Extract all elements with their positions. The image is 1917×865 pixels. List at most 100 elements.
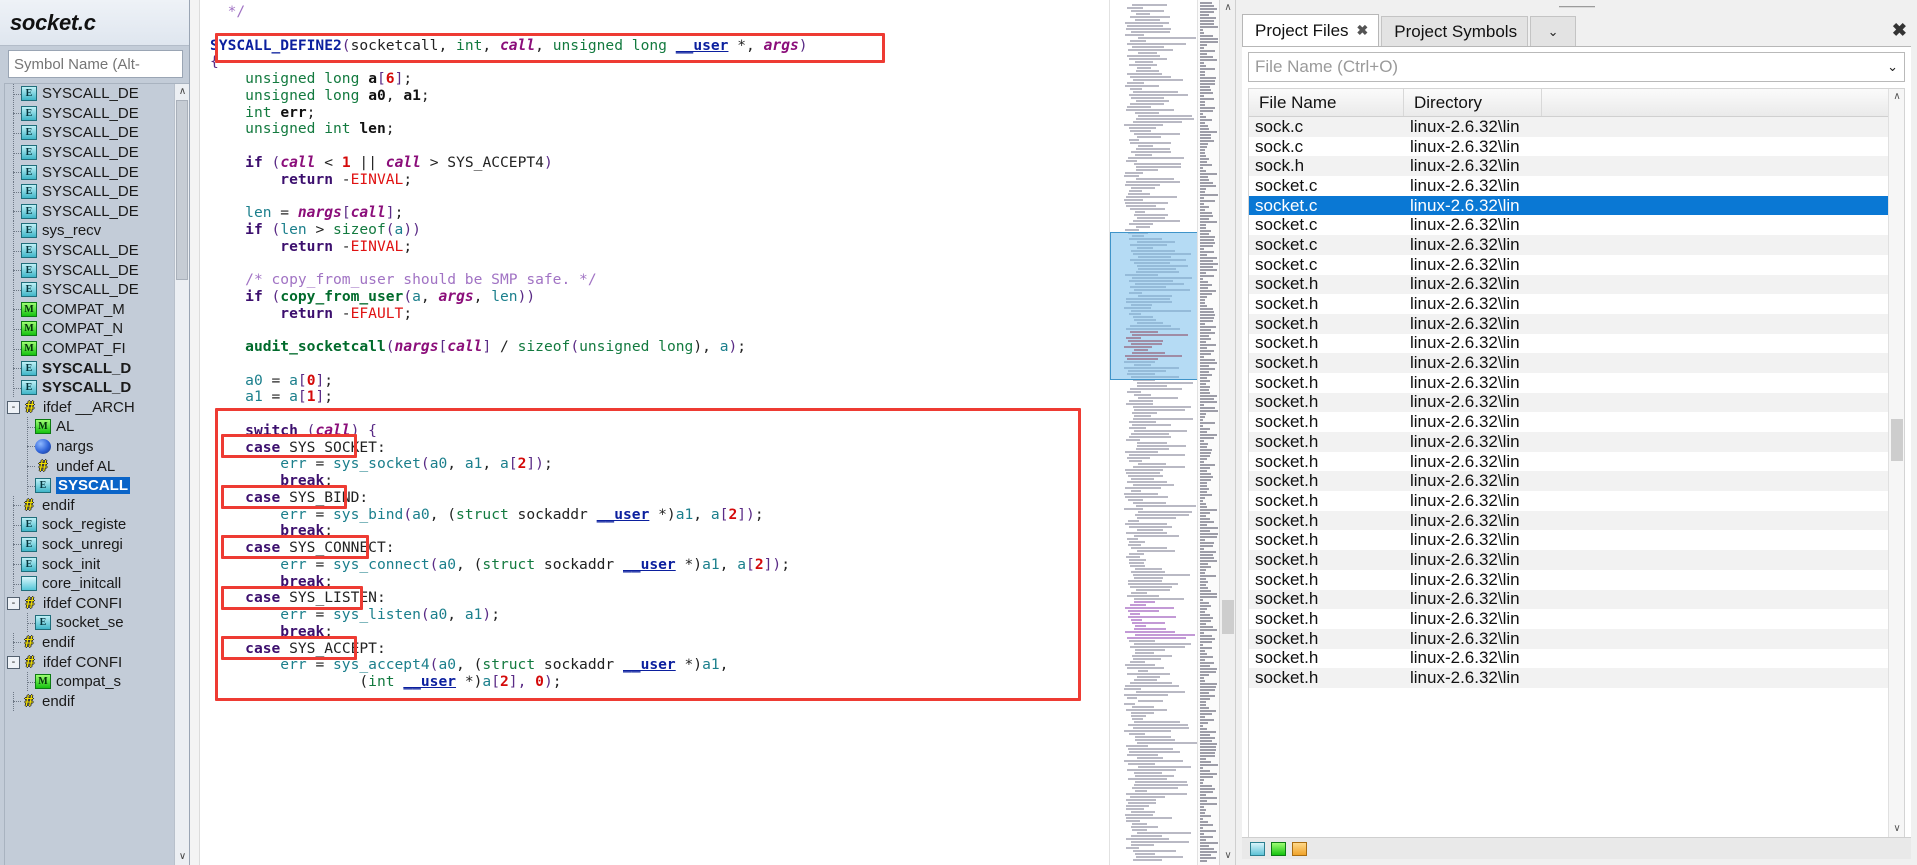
minimap-viewport[interactable]	[1110, 232, 1197, 380]
overview-mark	[1200, 551, 1217, 553]
symbol-tree-item[interactable]: Mcompat_s	[5, 672, 189, 692]
code-overview-strip[interactable]	[1197, 0, 1219, 865]
table-row[interactable]: socket.h linux-2.6.32\lin	[1249, 648, 1904, 669]
column-header-extra[interactable]	[1542, 89, 1904, 116]
tab-project-symbols[interactable]: Project Symbols	[1381, 16, 1529, 46]
code-minimap[interactable]	[1109, 0, 1197, 865]
editor-scroll-thumb[interactable]	[1222, 600, 1234, 634]
table-row[interactable]: socket.h linux-2.6.32\lin	[1249, 491, 1904, 511]
table-row[interactable]: socket.c linux-2.6.32\lin	[1249, 176, 1904, 196]
table-row[interactable]: socket.h linux-2.6.32\lin	[1249, 550, 1904, 570]
table-row[interactable]: socket.h linux-2.6.32\lin	[1249, 570, 1904, 590]
symbol-tree-item[interactable]: # undef AL	[5, 456, 189, 476]
overview-mark	[1200, 566, 1211, 568]
sidebar-scrollbar[interactable]: ∧ ∨	[174, 84, 189, 865]
editor-scrollbar[interactable]: ∧ ∨	[1219, 0, 1235, 865]
table-row[interactable]: socket.c linux-2.6.32\lin	[1249, 196, 1904, 216]
symbol-tree-item[interactable]: core_initcall	[5, 574, 189, 594]
file-table-body[interactable]: sock.c linux-2.6.32\lin sock.c linux-2.6.32…	[1249, 117, 1904, 837]
table-row[interactable]: socket.h linux-2.6.32\lin	[1249, 294, 1904, 314]
symbol-tree-item[interactable]: M COMPAT_M	[5, 299, 189, 320]
symbol-tree-item[interactable]: E SYSCALL	[5, 476, 189, 496]
symbol-tree-item[interactable]: M AL	[5, 417, 189, 437]
symbol-tree-item[interactable]: # endif	[5, 495, 189, 515]
symbol-tree-item[interactable]: - # ifdef __ARCH	[5, 398, 189, 418]
symbol-tree-item[interactable]: M COMPAT_N	[5, 319, 189, 339]
close-icon[interactable]: ✖	[1892, 20, 1907, 41]
symbol-tree-item[interactable]: E SYSCALL_DE	[5, 162, 189, 182]
table-row[interactable]: socket.h linux-2.6.32\lin	[1249, 353, 1904, 373]
table-row[interactable]: sock.c linux-2.6.32\lin	[1249, 137, 1904, 157]
symbol-tree-item[interactable]: E SYSCALL_D	[5, 378, 189, 398]
sidebar-scroll-down-icon[interactable]: ∨	[175, 849, 189, 865]
table-row[interactable]: sock.h linux-2.6.32\lin	[1249, 156, 1904, 177]
table-row[interactable]: socket.h linux-2.6.32\lin	[1249, 668, 1904, 688]
symbol-tree-item[interactable]: Esock_registe	[5, 515, 189, 535]
symbol-tree-item[interactable]: Esock_unregi	[5, 534, 189, 555]
symbol-tree-item[interactable]: Esocket_se	[5, 613, 189, 633]
sidebar-scroll-thumb[interactable]	[176, 100, 188, 280]
tab-overflow-button[interactable]: ⌄	[1530, 16, 1577, 46]
table-row[interactable]: socket.h linux-2.6.32\lin	[1249, 629, 1904, 649]
editor-scroll-down-icon[interactable]: ∨	[1220, 848, 1235, 865]
file-table-scrollbar[interactable]: ∧ ∨	[1888, 89, 1904, 837]
symbol-tree-item[interactable]: - # ifdef CONFI	[5, 652, 189, 672]
table-row[interactable]: socket.c linux-2.6.32\lin	[1249, 215, 1904, 235]
sidebar-scroll-up-icon[interactable]: ∧	[175, 84, 189, 100]
table-row[interactable]: sock.c linux-2.6.32\lin	[1249, 117, 1904, 137]
table-row[interactable]: socket.h linux-2.6.32\lin	[1249, 511, 1904, 531]
table-row[interactable]: socket.h linux-2.6.32\lin	[1249, 432, 1904, 452]
column-header-directory[interactable]: Directory	[1404, 89, 1542, 116]
symbol-tree-item[interactable]: E SYSCALL_DE	[5, 123, 189, 143]
symbol-tree-item[interactable]: nargs	[5, 436, 189, 457]
table-row[interactable]: socket.h linux-2.6.32\lin	[1249, 333, 1904, 354]
symbol-tree-item[interactable]: M COMPAT_FI	[5, 339, 189, 359]
file-scroll-up-icon[interactable]: ∧	[1889, 89, 1904, 105]
minimap-line	[1129, 139, 1140, 141]
symbol-tree-item[interactable]: # endif	[5, 691, 189, 711]
table-row[interactable]: socket.h linux-2.6.32\lin	[1249, 274, 1904, 295]
tree-expander-icon[interactable]: -	[7, 400, 20, 414]
symbol-tree-item[interactable]: E SYSCALL_DE	[5, 201, 189, 222]
tree-expander-icon[interactable]: -	[7, 596, 20, 610]
source-code-view[interactable]: */ SYSCALL_DEFINE2(socketcall, int, call…	[200, 0, 1109, 865]
symbol-tree-item[interactable]: # endif	[5, 632, 189, 653]
tree-guide	[21, 476, 35, 496]
symbol-tree-item[interactable]: E SYSCALL_DE	[5, 182, 189, 202]
symbol-tree-item[interactable]: E SYSCALL_DE	[5, 241, 189, 261]
table-row[interactable]: socket.h linux-2.6.32\lin	[1249, 471, 1904, 492]
symbol-tree-item[interactable]: - # ifdef CONFI	[5, 593, 189, 613]
table-row[interactable]: socket.h linux-2.6.32\lin	[1249, 373, 1904, 393]
symbol-tree[interactable]: E SYSCALL_DE E SYSCALL_DE E SYSCALL_DE E SYSCAL…	[4, 83, 189, 865]
symbol-tree-item[interactable]: E SYSCALL_DE	[5, 103, 189, 124]
file-filter-combo[interactable]: File Name (Ctrl+O) ⌄	[1248, 52, 1905, 82]
file-scroll-down-icon[interactable]: ∨	[1889, 821, 1904, 837]
symbol-tree-item[interactable]: Esock_init	[5, 554, 189, 574]
code-editor[interactable]: */ SYSCALL_DEFINE2(socketcall, int, call…	[190, 0, 1235, 865]
symbol-tree-item[interactable]: E SYSCALL_DE	[5, 260, 189, 280]
symbol-tree-item[interactable]: Esys_recv	[5, 221, 189, 241]
table-row[interactable]: socket.h linux-2.6.32\lin	[1249, 589, 1904, 610]
table-row[interactable]: socket.h linux-2.6.32\lin	[1249, 392, 1904, 413]
tree-expander-icon[interactable]: -	[7, 655, 20, 669]
table-row[interactable]: socket.h linux-2.6.32\lin	[1249, 530, 1904, 550]
tab-close-icon[interactable]: ✖	[1357, 22, 1369, 39]
symbol-tree-item[interactable]: E SYSCALL_DE	[5, 84, 189, 104]
column-header-file-name[interactable]: File Name	[1249, 89, 1404, 116]
table-row[interactable]: socket.c linux-2.6.32\lin	[1249, 235, 1904, 255]
symbol-search-input[interactable]	[8, 50, 183, 78]
preprocessor-icon: #	[25, 592, 35, 612]
tab-project-files[interactable]: Project Files ✖	[1242, 14, 1380, 46]
panel-drag-handle[interactable]	[1236, 0, 1917, 14]
file-scroll-thumb[interactable]	[1891, 419, 1903, 461]
editor-scroll-up-icon[interactable]: ∧	[1220, 0, 1235, 17]
table-row[interactable]: socket.h linux-2.6.32\lin	[1249, 412, 1904, 432]
table-row[interactable]: socket.h linux-2.6.32\lin	[1249, 452, 1904, 472]
table-row[interactable]: socket.c linux-2.6.32\lin	[1249, 255, 1904, 275]
table-row[interactable]: socket.h linux-2.6.32\lin	[1249, 314, 1904, 334]
chevron-down-icon[interactable]: ⌄	[1887, 59, 1898, 75]
symbol-tree-item[interactable]: E SYSCALL_DE	[5, 143, 189, 163]
table-row[interactable]: socket.h linux-2.6.32\lin	[1249, 609, 1904, 629]
symbol-tree-item[interactable]: E SYSCALL_DE	[5, 280, 189, 300]
symbol-tree-item[interactable]: E SYSCALL_D	[5, 358, 189, 378]
